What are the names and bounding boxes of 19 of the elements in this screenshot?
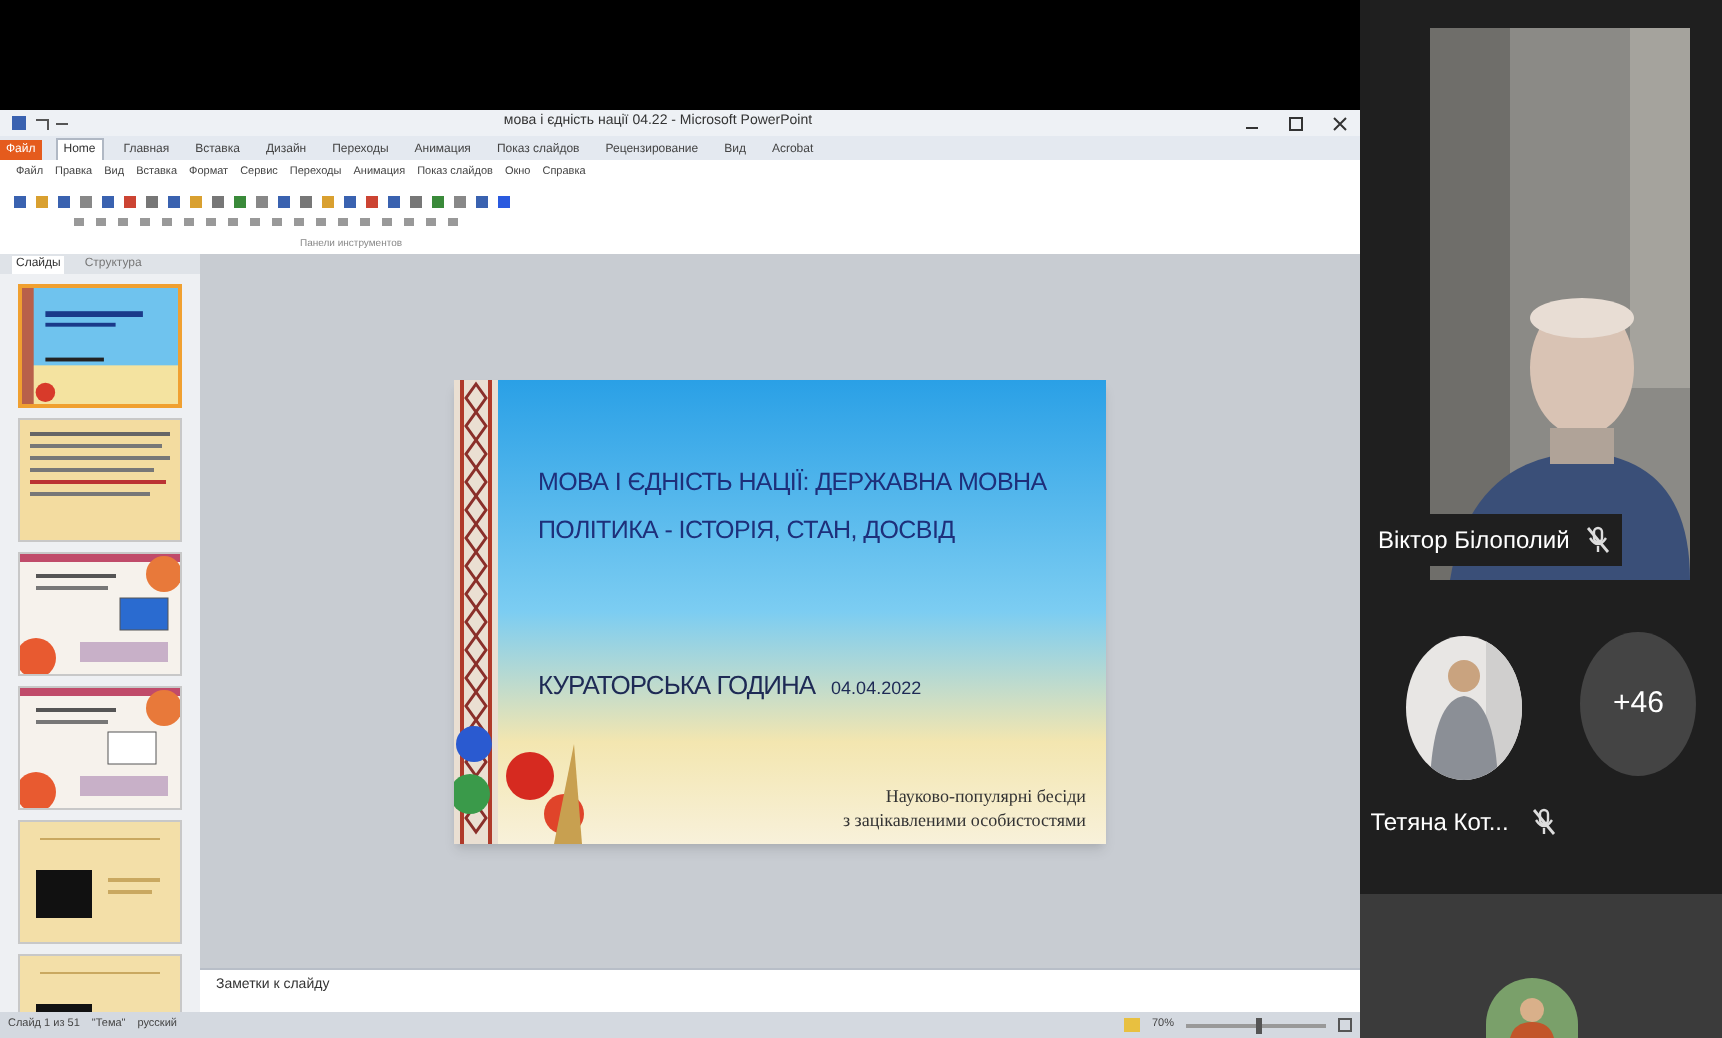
slide-thumbnail[interactable] — [18, 686, 182, 810]
slide-title: МОВА І ЄДНІСТЬ НАЦІЇ: ДЕРЖАВНА МОВНА — [538, 465, 1049, 499]
fit-icon[interactable] — [1338, 1018, 1352, 1032]
slide-thumbnail[interactable] — [18, 552, 182, 676]
slide-subtitle: з зацікавленими особистостями — [842, 807, 1086, 831]
slide-thumbnail[interactable] — [18, 418, 182, 542]
quick-access-icon[interactable] — [12, 115, 72, 131]
maximize-icon[interactable] — [1288, 115, 1304, 131]
slide-title: ПОЛІТИКА - ІСТОРІЯ, СТАН, ДОСВІД — [538, 514, 957, 549]
slide-date: 04.04.2022 — [831, 676, 922, 702]
slide-subtitle: Науково-популярні бесіди — [885, 783, 1086, 807]
participant-name: Тетяна Кот... — [1370, 806, 1509, 840]
zoom-slider-thumb[interactable] — [1256, 1017, 1262, 1033]
slide-heading: КУРАТОРСЬКА ГОДИНА — [538, 668, 816, 704]
slide-thumbnail[interactable] — [18, 820, 182, 944]
slide-thumbnail[interactable] — [18, 284, 182, 408]
more-participants-button[interactable]: +46 — [1580, 632, 1697, 776]
close-icon[interactable] — [1332, 115, 1348, 131]
participant-name: Віктор Білополий — [1378, 524, 1570, 558]
